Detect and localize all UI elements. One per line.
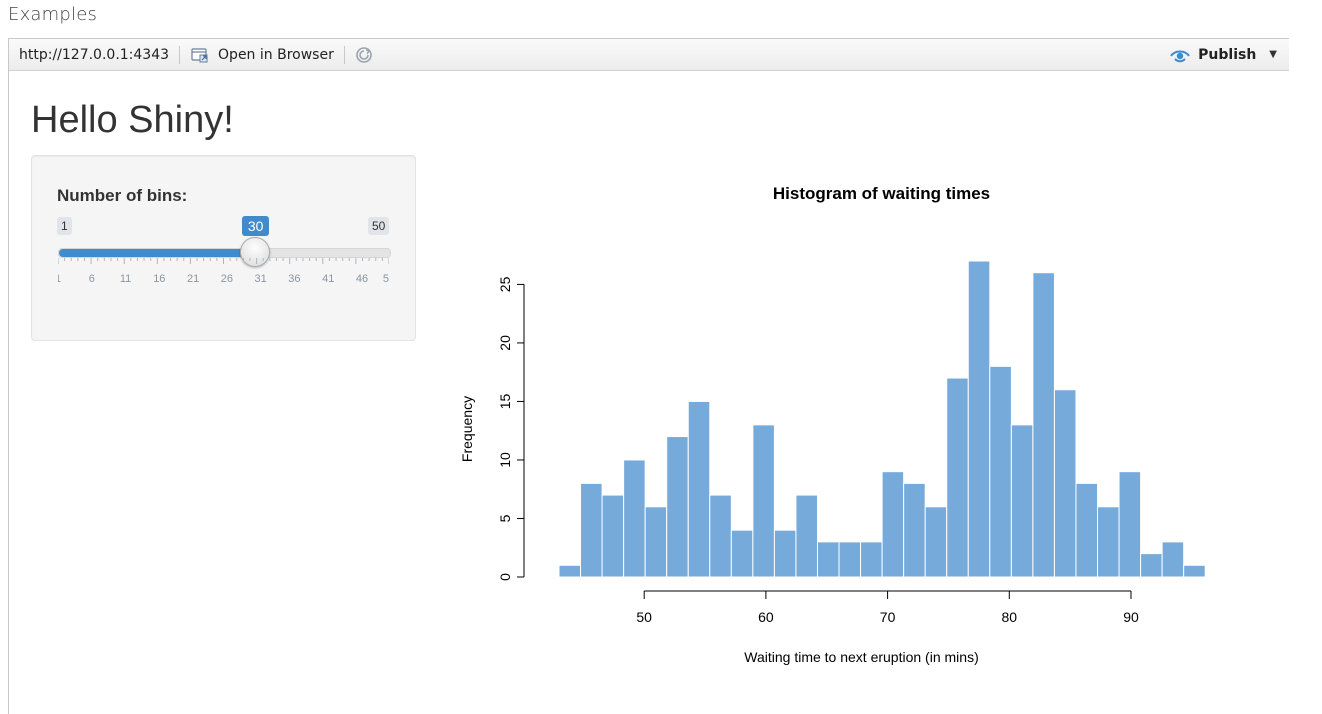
publish-icon — [1170, 50, 1190, 62]
slider-tick-label: 26 — [221, 273, 233, 285]
histogram-bar — [709, 494, 732, 578]
x-tick-label: 50 — [636, 609, 652, 625]
histogram-bar — [903, 482, 926, 578]
histogram-bar — [1161, 541, 1185, 578]
histogram-bar — [838, 541, 862, 578]
histogram-chart: Histogram of waiting times50 60 70 80 90Wait… — [459, 184, 1206, 665]
histogram-bar — [924, 506, 948, 578]
y-tick-label: 0 — [497, 573, 513, 581]
histogram-bar — [773, 529, 797, 578]
slider-tick-label: 6 — [89, 273, 95, 285]
histogram-bar — [816, 541, 840, 578]
x-tick-label: 80 — [1001, 609, 1017, 625]
slider-tick-label: 16 — [153, 273, 165, 285]
histogram-bar — [946, 377, 969, 578]
publish-button[interactable]: Publish ▼ — [1169, 39, 1277, 70]
y-tick-label: 20 — [497, 335, 513, 351]
histogram-bar — [1118, 471, 1142, 578]
slider-tick-label: 11 — [120, 273, 131, 285]
histogram-bar — [580, 482, 603, 578]
open-in-browser-button[interactable]: Open in Browser — [190, 46, 334, 64]
toolbar: http://127.0.0.1:4343 Open in Browser Pu — [9, 39, 1289, 71]
x-axis-label: Waiting time to next eruption (in mins) — [744, 649, 978, 665]
histogram-bar — [860, 541, 883, 578]
slider-tick-label: 46 — [356, 273, 368, 285]
histogram-bar — [601, 494, 625, 578]
slider-label: Number of bins: — [57, 186, 188, 205]
histogram-bar — [644, 506, 668, 578]
browser-icon — [191, 47, 208, 62]
y-tick-label: 25 — [497, 276, 513, 292]
toolbar-separator — [343, 45, 345, 64]
slider-tick-label: 1 — [58, 273, 61, 285]
histogram-bar — [1075, 482, 1099, 578]
y-tick-label: 10 — [497, 452, 513, 468]
slider-min-badge: 1 — [57, 217, 72, 235]
y-axis-label: Frequency — [459, 396, 475, 462]
x-tick-label: 70 — [880, 609, 896, 625]
chevron-down-icon[interactable]: ▼ — [1269, 49, 1277, 60]
slider-value-badge: 30 — [241, 216, 270, 236]
x-tick-label: 90 — [1123, 609, 1139, 625]
slider-fill — [59, 249, 255, 257]
histogram-bar — [558, 564, 582, 578]
y-tick-label: 15 — [497, 393, 513, 409]
histogram-bar — [881, 471, 905, 578]
slider-max-badge: 50 — [368, 217, 390, 235]
slider-tick-label: 36 — [288, 273, 300, 285]
histogram-bar — [1183, 564, 1206, 578]
histogram-bar — [795, 494, 818, 578]
histogram-bar — [730, 529, 754, 578]
page-title: Hello Shiny! — [31, 99, 234, 141]
histogram-bar — [1140, 553, 1163, 578]
histogram-bar — [687, 400, 711, 578]
toolbar-separator — [179, 45, 181, 64]
sidebar-panel: Number of bins: 1 30 50 1611162126313641… — [31, 155, 416, 341]
histogram-bar — [1010, 424, 1034, 578]
y-tick-label: 5 — [497, 514, 513, 522]
histogram-bar — [989, 365, 1012, 578]
refresh-icon[interactable] — [355, 46, 373, 64]
publish-label: Publish — [1198, 46, 1257, 63]
histogram-bar — [1032, 272, 1055, 578]
x-tick-label: 60 — [758, 609, 774, 625]
histogram-bar — [1053, 389, 1077, 578]
viewer-window: http://127.0.0.1:4343 Open in Browser Pu — [8, 38, 1289, 714]
slider-tick-label: 50 — [383, 273, 389, 285]
open-in-browser-label: Open in Browser — [218, 46, 334, 63]
histogram-bar — [752, 424, 775, 578]
histogram-bar — [623, 459, 646, 578]
slider-tick-label: 21 — [187, 273, 199, 285]
slider-ticks: 16111621263136414650 — [58, 258, 389, 285]
url-text[interactable]: http://127.0.0.1:4343 — [19, 47, 169, 63]
chart-title: Histogram of waiting times — [773, 184, 990, 203]
histogram-bar — [666, 436, 689, 578]
slider-tick-label: 31 — [255, 273, 267, 285]
histogram-bar — [1097, 506, 1120, 578]
histogram-bar — [967, 260, 991, 578]
page-label: Examples — [8, 4, 98, 25]
slider-track[interactable] — [58, 248, 391, 258]
slider-tick-label: 41 — [322, 273, 334, 285]
